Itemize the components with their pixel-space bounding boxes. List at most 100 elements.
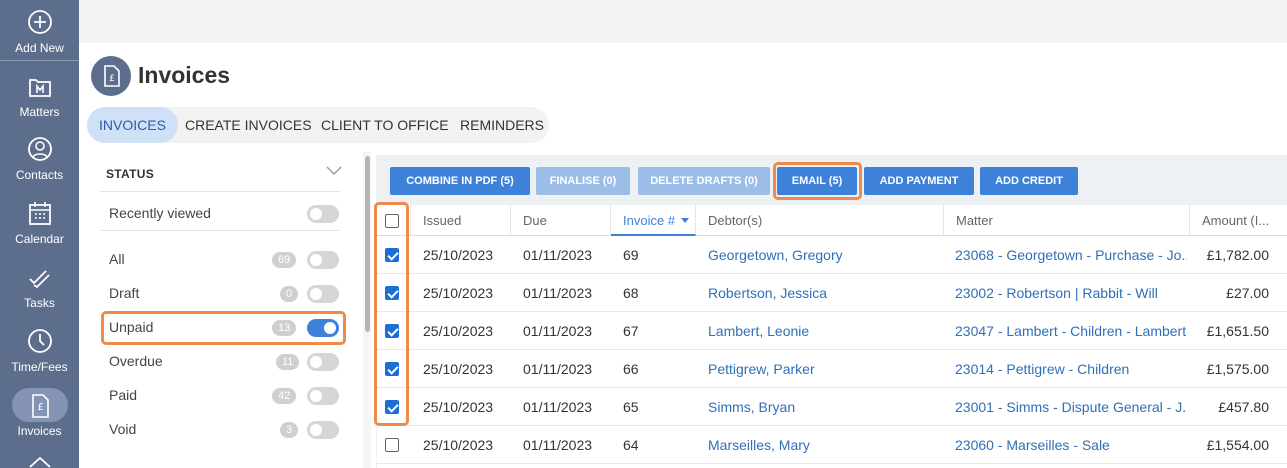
nav-divider bbox=[0, 60, 79, 61]
debtor-link[interactable]: Marseilles, Mary bbox=[708, 426, 938, 464]
filter-label: All bbox=[109, 251, 125, 267]
nav-invoices[interactable]: £ Invoices bbox=[0, 391, 79, 438]
nav-label: Calendar bbox=[15, 232, 64, 246]
invoice-number: 65 bbox=[623, 399, 639, 415]
chevron-up-icon[interactable] bbox=[28, 455, 52, 468]
chevron-down-icon[interactable] bbox=[326, 166, 342, 176]
tab-bar: INVOICES CREATE INVOICES CLIENT TO OFFIC… bbox=[87, 107, 549, 143]
nav-label: Contacts bbox=[15, 168, 64, 182]
table-row[interactable]: 25/10/2023 01/11/2023 69 Georgetown, Gregor… bbox=[377, 236, 1287, 274]
nav-calendar[interactable]: Calendar bbox=[0, 199, 79, 246]
matter-link[interactable]: 23068 - Georgetown - Purchase - Jo... bbox=[955, 236, 1187, 274]
matter-link[interactable]: 23001 - Simms - Dispute General - J... bbox=[955, 388, 1187, 426]
tab-invoices[interactable]: INVOICES bbox=[87, 107, 178, 143]
void-toggle[interactable] bbox=[307, 421, 339, 439]
nav-add-new[interactable]: Add New bbox=[0, 8, 79, 55]
count-badge: 11 bbox=[276, 354, 300, 370]
col-due[interactable]: Due bbox=[511, 205, 611, 236]
table-row[interactable]: 25/10/2023 01/11/2023 65 Simms, Bryan 23001 … bbox=[377, 388, 1287, 426]
svg-text:£: £ bbox=[37, 402, 43, 413]
col-invoice-number[interactable]: Invoice # bbox=[611, 205, 696, 236]
matter-link[interactable]: 23060 - Marseilles - Sale bbox=[955, 426, 1187, 464]
invoice-number: 64 bbox=[623, 437, 639, 453]
amount: £1,554.00 bbox=[1206, 437, 1269, 453]
invoice-number: 66 bbox=[623, 361, 639, 377]
nav-label: Matters bbox=[19, 105, 60, 119]
overdue-toggle[interactable] bbox=[307, 353, 339, 371]
nav-label: Invoices bbox=[17, 424, 62, 438]
tab-create-invoices[interactable]: CREATE INVOICES bbox=[173, 107, 324, 143]
filter-all[interactable]: All 69 bbox=[109, 247, 339, 273]
draft-toggle[interactable] bbox=[307, 285, 339, 303]
due-date: 01/11/2023 bbox=[523, 437, 593, 453]
filter-recently-viewed[interactable]: Recently viewed bbox=[109, 201, 339, 227]
table-header-row: Issued Due Invoice # Debtor(s) Matter Am… bbox=[377, 205, 1287, 236]
svg-text:£: £ bbox=[109, 74, 115, 84]
matter-link[interactable]: 23047 - Lambert - Children - Lambert bbox=[955, 312, 1187, 350]
recently-viewed-toggle[interactable] bbox=[307, 205, 339, 223]
count-badge: 0 bbox=[280, 286, 299, 302]
debtor-link[interactable]: Lambert, Leonie bbox=[708, 312, 938, 350]
sidebar: Add New Matters Contacts Calendar Tasks … bbox=[0, 0, 79, 468]
paid-toggle[interactable] bbox=[307, 387, 339, 405]
nav-label: Add New bbox=[15, 41, 64, 55]
due-date: 01/11/2023 bbox=[523, 247, 593, 263]
debtor-link[interactable]: Georgetown, Gregory bbox=[708, 236, 938, 274]
filter-paid[interactable]: Paid 42 bbox=[109, 383, 339, 409]
filter-void[interactable]: Void 3 bbox=[109, 417, 339, 443]
delete-drafts-button[interactable]: DELETE DRAFTS (0) bbox=[638, 167, 770, 195]
filter-label: Recently viewed bbox=[109, 205, 211, 221]
filter-label: Draft bbox=[109, 285, 140, 301]
col-amount[interactable]: Amount (I... bbox=[1190, 205, 1287, 236]
nav-contacts[interactable]: Contacts bbox=[0, 135, 79, 182]
finalise-button[interactable]: FINALISE (0) bbox=[536, 167, 630, 195]
count-badge: 42 bbox=[272, 388, 297, 404]
col-matter[interactable]: Matter bbox=[944, 205, 1190, 236]
plus-circle-icon bbox=[27, 10, 52, 34]
nav-time-fees[interactable]: Time/Fees bbox=[0, 327, 79, 374]
due-date: 01/11/2023 bbox=[523, 323, 593, 339]
email-highlight-box bbox=[773, 162, 862, 200]
filter-draft[interactable]: Draft 0 bbox=[109, 281, 339, 307]
page-title: Invoices bbox=[138, 62, 231, 88]
table-row[interactable]: 25/10/2023 01/11/2023 64 Marseilles, Mary 23… bbox=[377, 426, 1287, 464]
top-bar bbox=[79, 0, 1287, 43]
nav-label: Time/Fees bbox=[11, 360, 68, 374]
debtor-link[interactable]: Pettigrew, Parker bbox=[708, 350, 938, 388]
due-date: 01/11/2023 bbox=[523, 361, 593, 377]
debtor-link[interactable]: Robertson, Jessica bbox=[708, 274, 938, 312]
issued-date: 25/10/2023 bbox=[423, 437, 494, 453]
issued-date: 25/10/2023 bbox=[423, 361, 494, 377]
debtor-link[interactable]: Simms, Bryan bbox=[708, 388, 938, 426]
amount: £1,651.50 bbox=[1206, 323, 1269, 339]
count-badge: 69 bbox=[272, 252, 297, 268]
table-row[interactable]: 25/10/2023 01/11/2023 66 Pettigrew, Parker 2… bbox=[377, 350, 1287, 388]
col-debtors[interactable]: Debtor(s) bbox=[696, 205, 944, 236]
filter-overdue[interactable]: Overdue 11 bbox=[109, 349, 339, 375]
due-date: 01/11/2023 bbox=[523, 285, 593, 301]
amount: £27.00 bbox=[1226, 285, 1269, 301]
add-credit-button[interactable]: ADD CREDIT bbox=[980, 167, 1078, 195]
tasks-icon bbox=[28, 270, 50, 289]
issued-date: 25/10/2023 bbox=[423, 247, 494, 263]
sort-desc-icon bbox=[681, 218, 689, 223]
invoice-number: 67 bbox=[623, 323, 639, 339]
tab-client-to-office[interactable]: CLIENT TO OFFICE bbox=[309, 107, 461, 143]
all-toggle[interactable] bbox=[307, 251, 339, 269]
table-row[interactable]: 25/10/2023 01/11/2023 68 Robertson, Jessica… bbox=[377, 274, 1287, 312]
add-payment-button[interactable]: ADD PAYMENT bbox=[864, 167, 974, 195]
combine-in-pdf-button[interactable]: COMBINE IN PDF (5) bbox=[390, 167, 530, 195]
col-issued[interactable]: Issued bbox=[411, 205, 511, 236]
matter-link[interactable]: 23014 - Pettigrew - Children bbox=[955, 350, 1187, 388]
filter-scrollbar-thumb[interactable] bbox=[365, 156, 370, 332]
row-checkbox[interactable] bbox=[385, 438, 399, 452]
col-label: Invoice # bbox=[623, 213, 676, 228]
nav-label: Tasks bbox=[24, 296, 55, 310]
tab-reminders[interactable]: REMINDERS bbox=[448, 107, 556, 143]
table-row[interactable]: 25/10/2023 01/11/2023 67 Lambert, Leonie 230… bbox=[377, 312, 1287, 350]
nav-matters[interactable]: Matters bbox=[0, 72, 79, 119]
matter-link[interactable]: 23002 - Robertson | Rabbit - Will bbox=[955, 274, 1187, 312]
row-select-cell bbox=[377, 426, 411, 464]
nav-tasks[interactable]: Tasks bbox=[0, 263, 79, 310]
filter-label: Void bbox=[109, 421, 137, 437]
